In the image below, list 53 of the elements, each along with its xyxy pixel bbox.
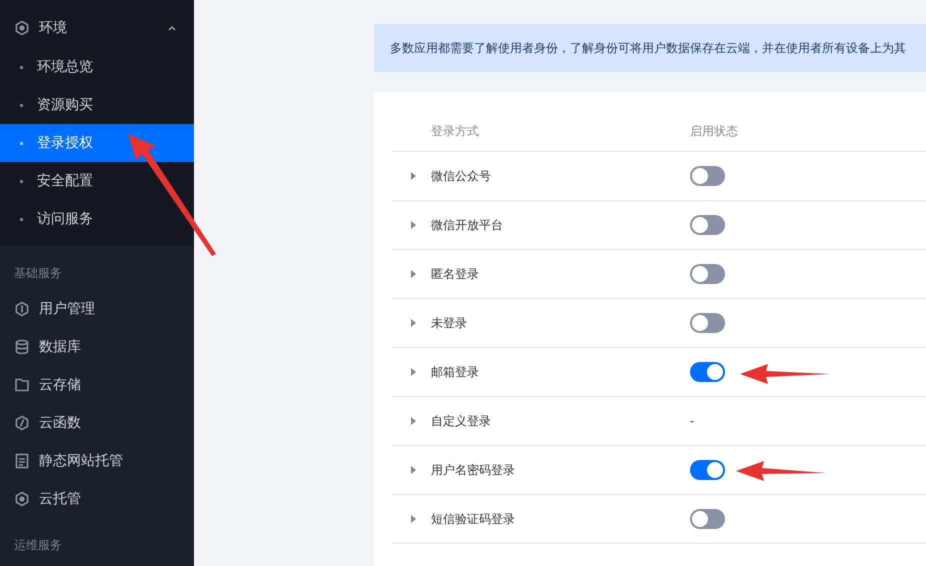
bullet-icon: [20, 66, 23, 68]
method-name: 未登录: [431, 315, 468, 332]
document-icon: [14, 453, 30, 469]
column-header: 启用状态: [690, 122, 738, 140]
bullet-icon: [20, 142, 23, 144]
bullet-icon: [20, 104, 23, 106]
toggle-switch[interactable]: [690, 215, 725, 235]
section-title: 基础服务: [13, 265, 63, 282]
expand-icon[interactable]: [411, 270, 416, 278]
sidebar-item[interactable]: 云托管: [0, 480, 194, 518]
sidebar-item[interactable]: 安全配置: [0, 162, 194, 200]
toggle-switch[interactable]: [690, 313, 725, 333]
expand-icon[interactable]: [411, 221, 416, 229]
expand-icon[interactable]: [411, 466, 416, 474]
toggle-switch[interactable]: [690, 460, 725, 480]
bullet-icon: [20, 218, 23, 220]
method-name: 邮箱登录: [431, 364, 480, 381]
banner-text: 多数应用都需要了解使用者身份，了解身份可将用户数据保存在云端，并在使用者所有设备上为其: [390, 40, 906, 57]
folder-icon: [14, 377, 30, 393]
status-value: -: [690, 413, 694, 430]
method-name: 匿名登录: [431, 266, 480, 283]
toggle-switch[interactable]: [690, 362, 725, 382]
expand-icon[interactable]: [411, 319, 416, 327]
method-name: 短信验证码登录: [431, 511, 516, 528]
database-icon: [14, 339, 30, 355]
sidebar-item[interactable]: 静态网站托管: [0, 442, 194, 480]
sidebar-item[interactable]: 云函数: [0, 404, 194, 442]
expand-icon[interactable]: [411, 172, 416, 180]
sidebar-group[interactable]: 环境: [0, 8, 194, 48]
sidebar-item[interactable]: 环境总览: [0, 48, 194, 86]
function-icon: [14, 415, 30, 431]
hexagon-icon: [14, 491, 30, 507]
column-header: 登录方式: [431, 122, 480, 140]
hexagon-icon: [14, 20, 30, 36]
sidebar-item[interactable]: 登录授权: [0, 124, 194, 162]
toggle-switch[interactable]: [690, 166, 725, 186]
method-name: 微信开放平台: [431, 217, 504, 234]
toggle-switch[interactable]: [690, 509, 725, 529]
sidebar-item[interactable]: 数据库: [0, 328, 194, 366]
method-name: 用户名密码登录: [431, 462, 516, 479]
sidebar-item[interactable]: 云存储: [0, 366, 194, 404]
method-name: 自定义登录: [431, 413, 492, 430]
user-icon: [14, 301, 30, 317]
method-name: 微信公众号: [431, 168, 492, 185]
expand-icon[interactable]: [411, 368, 416, 376]
sidebar-item[interactable]: 用户管理: [0, 290, 194, 328]
expand-icon[interactable]: [411, 515, 416, 523]
sidebar-item[interactable]: 访问服务: [0, 200, 194, 238]
sidebar-item[interactable]: 资源购买: [0, 86, 194, 124]
bullet-icon: [20, 180, 23, 182]
section-title: 运维服务: [13, 537, 63, 554]
expand-icon[interactable]: [411, 417, 416, 425]
toggle-switch[interactable]: [690, 264, 725, 284]
